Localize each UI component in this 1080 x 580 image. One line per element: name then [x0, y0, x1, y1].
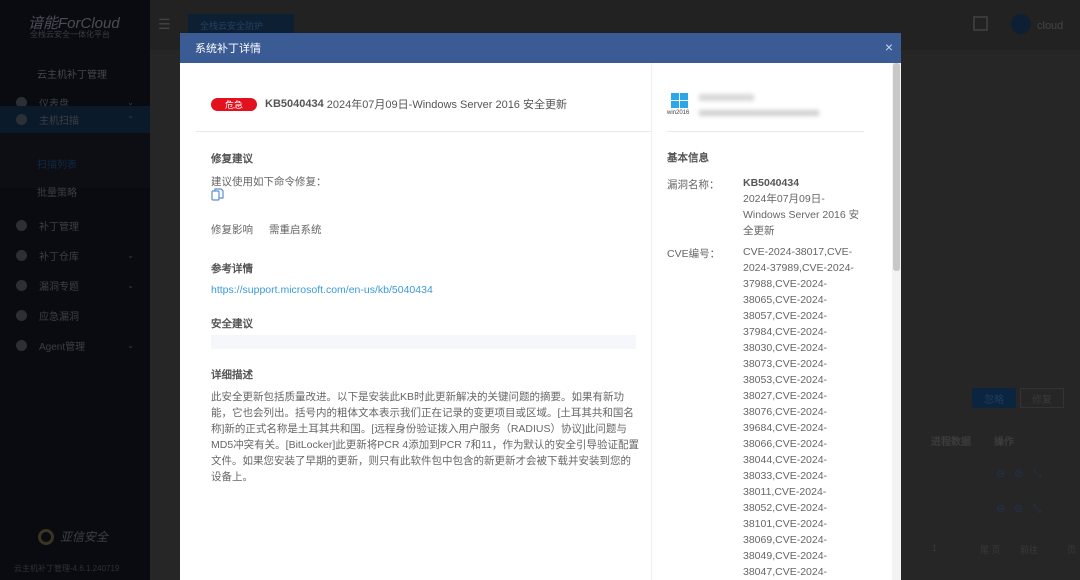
sidebar-item-label: Agent管理 — [39, 342, 86, 353]
scrollbar-thumb[interactable] — [893, 63, 900, 271]
patch-title: 2024年07月09日-Windows Server 2016 安全更新 — [326, 99, 567, 111]
patch-kb: KB5040434 — [265, 98, 324, 110]
sidebar-item-label: 应急漏洞 — [39, 312, 79, 323]
brand-logo-icon — [38, 528, 54, 545]
sidebar-item-label: 补丁管理 — [39, 222, 79, 233]
sidebar-subitem-batch-policy[interactable]: 批量策略 — [37, 184, 77, 199]
version-text: 云主机补丁管理-4.6.1.240719 — [14, 564, 120, 573]
chevron-up-icon: ⌃ — [127, 115, 134, 124]
chevron-down-icon: ⌄ — [127, 281, 134, 290]
vuln-name-title: 2024年07月09日-Windows Server 2016 安全更新 — [743, 193, 860, 237]
cve-label: CVE编号： — [667, 248, 721, 260]
submenu: 扫描列表 批量策略 — [0, 133, 150, 199]
repository-icon — [16, 250, 27, 261]
windows-logo-icon — [671, 93, 697, 108]
scrollbar[interactable] — [892, 63, 901, 580]
description-text: 此安全更新包括质量改进。以下是安装此KB时此更新解决的关键问题的摘要。如果有新功… — [211, 391, 640, 483]
sidebar-item-agent-mgmt[interactable]: Agent管理 ⌄ — [0, 332, 150, 359]
row-action-icons[interactable]: ⊖ ⊘ ⤡ — [996, 467, 1044, 481]
severity-badge: 危急 — [211, 97, 257, 111]
last-page-button[interactable]: 尾 页 — [980, 543, 1001, 556]
vuln-name-value: KB5040434 2024年07月09日-Windows Server 2016… — [743, 175, 867, 239]
fix-text: 建议使用如下命令修复： — [211, 176, 327, 188]
chevron-down-icon: ⌄ — [127, 251, 134, 260]
column-header-process: 进程数据 — [931, 437, 971, 448]
divider — [196, 131, 652, 132]
vulnerability-icon — [16, 280, 27, 291]
page-number[interactable]: 1 — [932, 543, 937, 553]
fix-heading: 修复建议 — [211, 153, 253, 165]
sidebar-item-label: 漏洞专题 — [39, 282, 79, 293]
copy-icon[interactable] — [211, 188, 224, 201]
row-action-icons[interactable]: ⊖ ⊘ ⤡ — [996, 502, 1044, 516]
modal-header: 系统补丁详情 × — [180, 33, 901, 63]
basic-info-heading: 基本信息 — [667, 152, 709, 164]
chevron-down-icon: ⌄ — [127, 341, 134, 350]
patch-icon — [16, 220, 27, 231]
impact-label: 修复影响 — [211, 224, 253, 236]
sidebar-item-patch-repo[interactable]: 补丁仓库 ⌄ — [0, 242, 150, 269]
page-unit-label: 页 — [1067, 545, 1077, 555]
impact-value: 需重启系统 — [269, 224, 322, 236]
os-label: win2016 — [667, 110, 690, 116]
security-heading: 安全建议 — [211, 318, 253, 330]
vuln-name-kb: KB5040434 — [743, 177, 800, 189]
server-icon[interactable] — [973, 16, 988, 31]
ignore-button[interactable]: 忽略 — [972, 388, 1016, 408]
security-advice-box — [211, 335, 636, 349]
column-header-ops: 操作 — [994, 437, 1014, 448]
redacted-host-id — [699, 110, 819, 116]
basic-info-panel: win2016 基本信息 漏洞名称： KB5040434 2024年07月09日-… — [667, 63, 877, 580]
footer-brand-text: 亚信安全 — [60, 530, 109, 544]
sidebar-subitem-scan-list[interactable]: 扫描列表 — [37, 156, 77, 171]
avatar[interactable] — [1011, 14, 1031, 34]
patch-title-row: 危急 KB5040434 2024年07月09日-Windows Server … — [211, 96, 567, 112]
sidebar-item-emergency-vuln[interactable]: 应急漏洞 — [0, 302, 150, 329]
sidebar-item-vuln-topics[interactable]: 漏洞专题 ⌄ — [0, 272, 150, 299]
alert-icon — [16, 310, 27, 321]
user-menu[interactable]: cloud — [1037, 20, 1063, 32]
fix-button[interactable]: 修复 — [1020, 388, 1064, 408]
sidebar-item-label: 补丁仓库 — [39, 252, 79, 263]
reference-heading: 参考详情 — [211, 263, 253, 275]
cve-list: CVE-2024-38017,CVE-2024-37989,CVE-2024-3… — [743, 246, 854, 578]
redacted-host-name — [699, 94, 754, 101]
os-badge: win2016 — [667, 93, 697, 116]
footer-brand: 亚信安全 — [38, 528, 108, 545]
sidebar-item-host-scan[interactable]: 主机扫描 ⌃ — [0, 106, 150, 133]
patch-main-panel: 危急 KB5040434 2024年07月09日-Windows Server … — [196, 63, 652, 580]
scan-icon — [16, 114, 27, 125]
menu-toggle-icon[interactable]: ☰ — [158, 16, 171, 33]
patch-detail-modal: 系统补丁详情 × 危急 KB5040434 2024年07月09日-Window… — [180, 33, 901, 580]
column-divider — [651, 63, 652, 580]
sidebar: 谙能ForCloud 全栈云安全一体化平台 云主机补丁管理 仪表盘 ⌄ 主机扫描 ⌃… — [0, 0, 150, 580]
close-icon[interactable]: × — [885, 39, 893, 55]
goto-label: 前往 — [1020, 545, 1039, 555]
sidebar-item-label: 主机扫描 — [39, 116, 79, 127]
sidebar-item-patch-mgmt[interactable]: 补丁管理 — [0, 212, 150, 239]
vuln-name-label: 漏洞名称： — [667, 179, 720, 191]
section-title: 云主机补丁管理 — [37, 70, 107, 81]
description-heading: 详细描述 — [211, 369, 253, 381]
modal-title: 系统补丁详情 — [195, 43, 261, 55]
divider — [667, 131, 864, 132]
gear-icon — [16, 340, 27, 351]
logo-subtitle: 全栈云安全一体化平台 — [30, 30, 110, 39]
reference-link[interactable]: https://support.microsoft.com/en-us/kb/5… — [211, 284, 433, 296]
